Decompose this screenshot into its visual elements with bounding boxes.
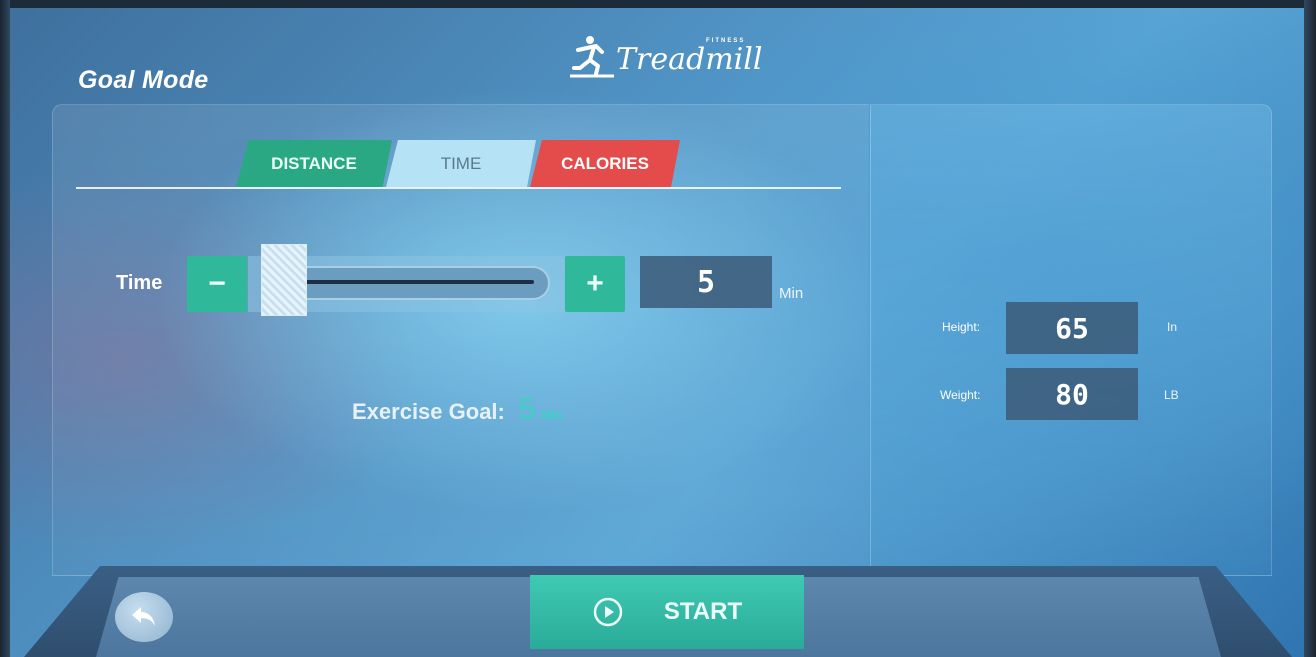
weight-value-field[interactable]: 80: [1006, 368, 1138, 420]
time-slider-line: [300, 280, 534, 284]
tab-time-label: TIME: [440, 153, 482, 173]
bezel-left: [0, 0, 10, 657]
increase-time-button[interactable]: +: [565, 256, 625, 312]
back-arrow-icon: [132, 607, 155, 626]
tab-time[interactable]: TIME: [386, 140, 536, 187]
tab-distance[interactable]: DISTANCE: [236, 140, 392, 187]
minus-icon: −: [208, 267, 226, 300]
screen: Goal Mode FITNESS Treadmill DISTANCE TIM…: [0, 0, 1316, 657]
exercise-goal: Exercise Goal: 5 Min: [352, 393, 562, 427]
exercise-goal-unit: Min: [541, 408, 563, 422]
play-circle-icon: [593, 597, 623, 627]
runner-icon: [570, 36, 614, 78]
exercise-goal-value: 5: [518, 393, 536, 426]
start-button-label: START: [663, 598, 743, 625]
decrease-time-button[interactable]: −: [187, 256, 247, 312]
tab-calories-label: CALORIES: [561, 153, 649, 173]
bezel-top: [0, 0, 1316, 8]
time-slider-thumb[interactable]: [261, 244, 307, 316]
tab-divider: [76, 187, 841, 189]
tab-distance-label: DISTANCE: [271, 153, 357, 173]
brand-logo: FITNESS Treadmill: [566, 34, 776, 84]
height-unit-label: In: [1167, 320, 1178, 334]
exercise-goal-label: Exercise Goal:: [352, 399, 505, 424]
page-title: Goal Mode: [78, 66, 209, 94]
plus-icon: +: [586, 267, 604, 300]
logo-text: Treadmill: [616, 42, 763, 77]
start-button[interactable]: START: [530, 575, 804, 649]
height-label: Height:: [942, 320, 981, 334]
time-value-display[interactable]: 5: [640, 256, 772, 308]
weight-label: Weight:: [940, 388, 981, 402]
time-label: Time: [116, 272, 163, 294]
weight-unit-label: LB: [1164, 388, 1179, 402]
tab-calories[interactable]: CALORIES: [530, 140, 680, 187]
time-unit-label: Min: [779, 285, 804, 302]
back-button[interactable]: [115, 592, 173, 642]
bezel-right: [1304, 0, 1316, 657]
height-value-field[interactable]: 65: [1006, 302, 1138, 354]
